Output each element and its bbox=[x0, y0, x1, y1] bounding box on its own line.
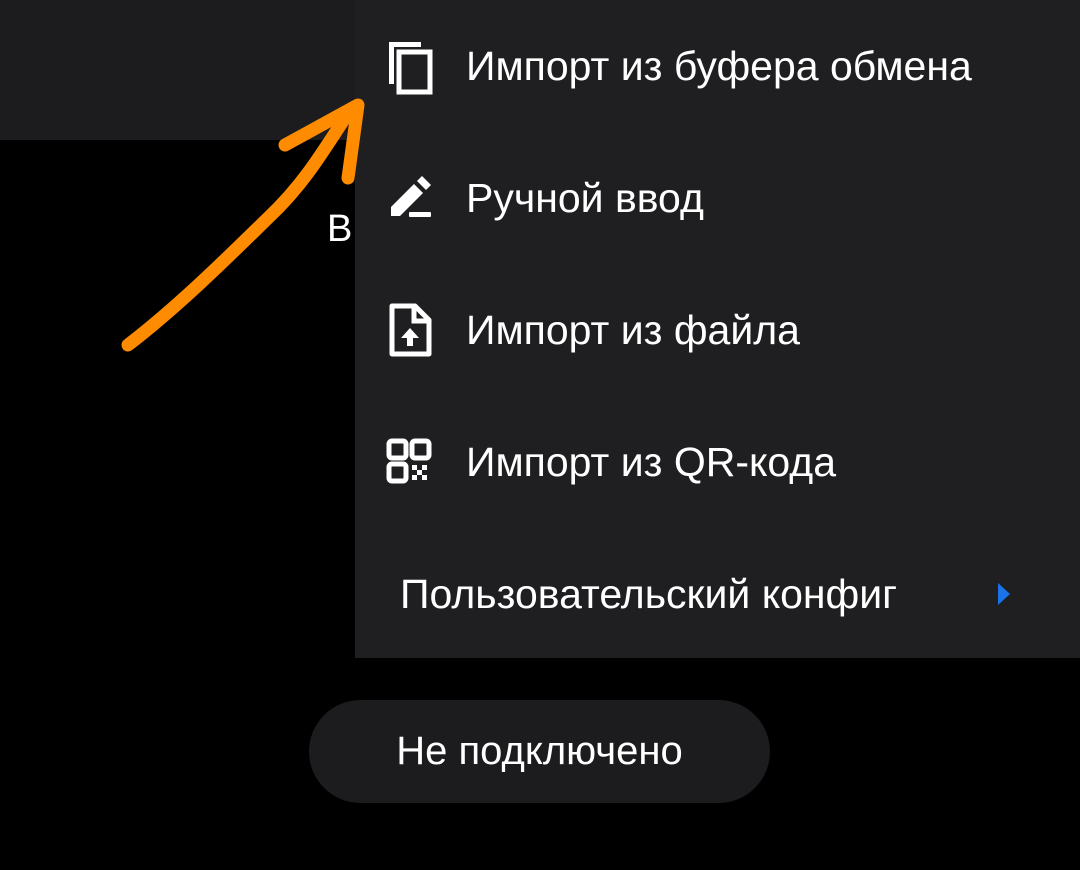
file-upload-icon bbox=[379, 300, 439, 360]
menu-item-label: Импорт из буфера обмена bbox=[466, 43, 972, 89]
menu-item-import-clipboard[interactable]: Импорт из буфера обмена bbox=[355, 0, 1080, 132]
menu-item-manual-entry[interactable]: Ручной ввод bbox=[355, 132, 1080, 264]
menu-item-label: Импорт из файла bbox=[466, 307, 800, 353]
background-partial-text: В bbox=[327, 208, 353, 250]
edit-pencil-icon bbox=[379, 168, 439, 228]
screen: В Импорт из буфера обмена Ручной ввод Им… bbox=[0, 0, 1080, 870]
connection-status-label: Не подключено bbox=[396, 729, 683, 773]
menu-item-import-qr[interactable]: Импорт из QR-кода bbox=[355, 396, 1080, 528]
menu-item-label: Импорт из QR-кода bbox=[466, 439, 837, 485]
menu-item-label: Ручной ввод bbox=[466, 175, 704, 221]
popup-menu: Импорт из буфера обмена Ручной ввод Импо… bbox=[355, 0, 1080, 658]
menu-item-label: Пользовательский конфиг bbox=[400, 571, 898, 617]
chevron-right-icon bbox=[998, 583, 1010, 605]
menu-item-custom-config[interactable]: Пользовательский конфиг bbox=[355, 528, 1080, 660]
menu-item-import-file[interactable]: Импорт из файла bbox=[355, 264, 1080, 396]
qr-code-icon bbox=[379, 432, 439, 492]
connection-status-badge[interactable]: Не подключено bbox=[309, 700, 770, 803]
copy-icon bbox=[379, 36, 439, 96]
